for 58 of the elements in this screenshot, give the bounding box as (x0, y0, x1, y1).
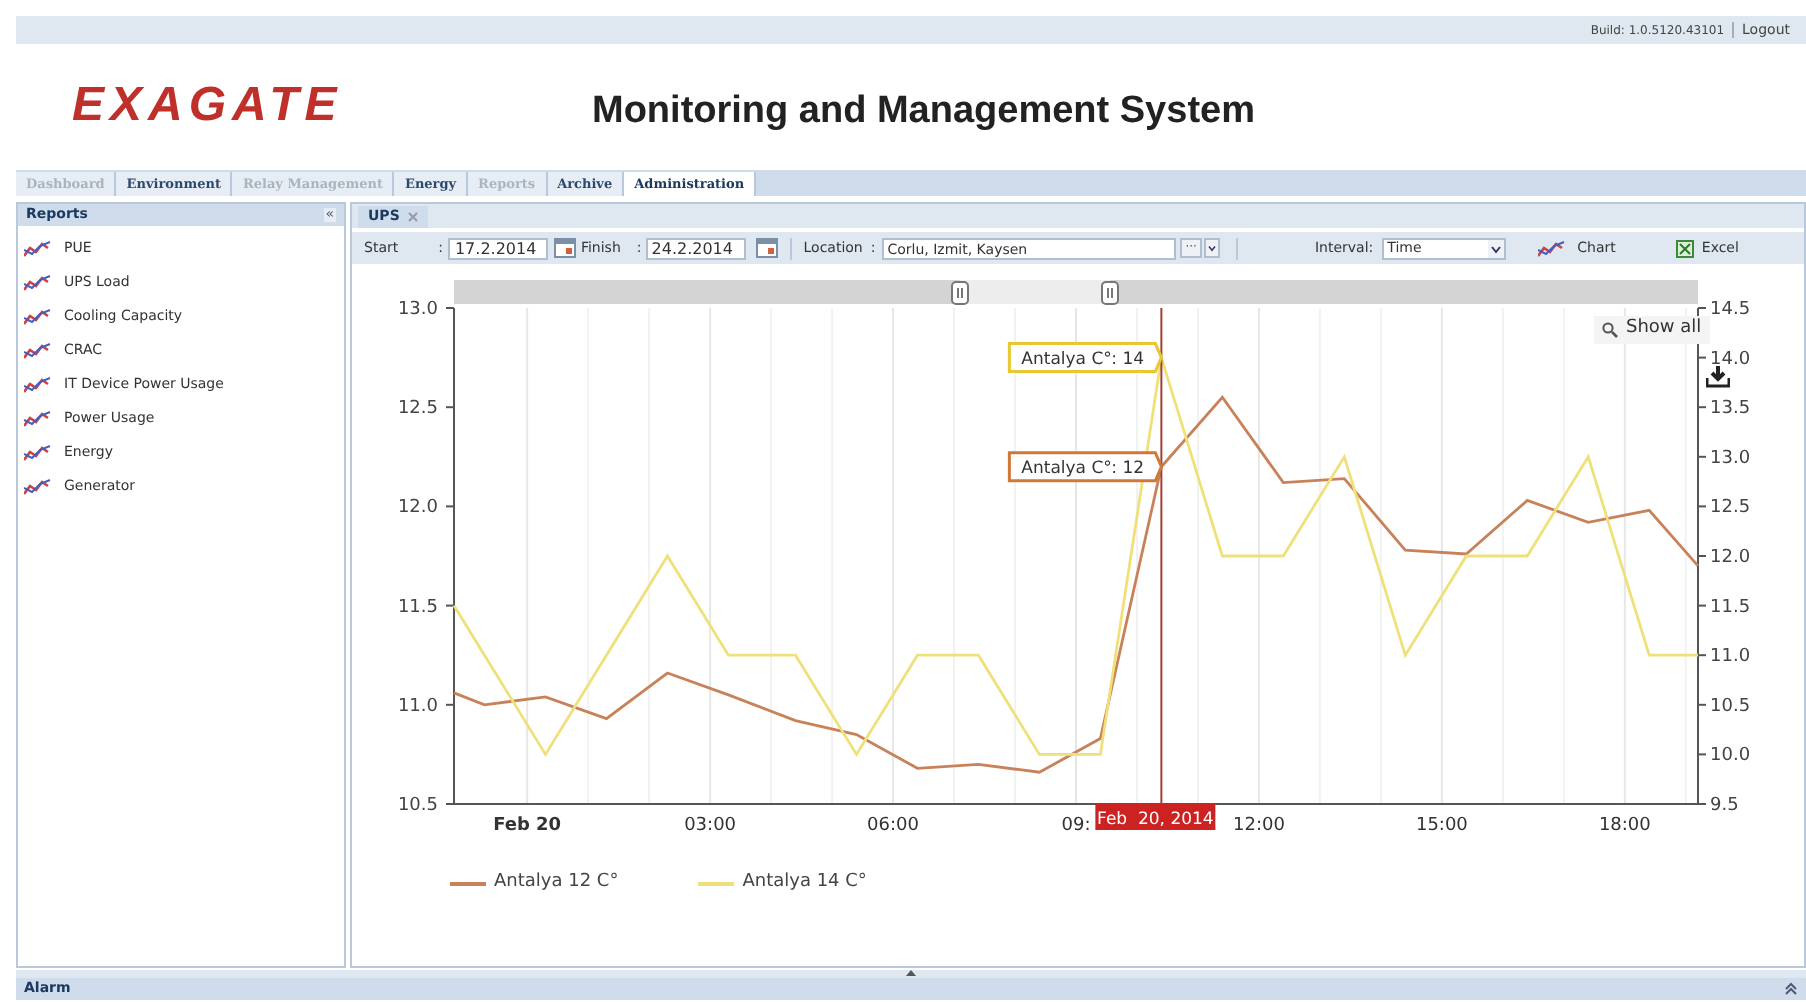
range-handle[interactable] (1101, 281, 1119, 305)
axis-label: 10.0 (1710, 746, 1751, 767)
axis-label: 18:00 (1598, 816, 1651, 836)
dropdown-icon[interactable] (1204, 238, 1221, 258)
axis-label: Feb 20 (493, 816, 562, 836)
tooltip-label: Antalya C° (1021, 349, 1112, 370)
logo: EXAGATE (72, 76, 343, 136)
tooltip-label: Antalya C° (1021, 458, 1112, 479)
line-chart-icon (24, 477, 52, 495)
legend-line (698, 882, 735, 885)
line-chart-icon (24, 273, 52, 291)
axis-label: 13.0 (1710, 448, 1751, 469)
axis-label: 12.0 (1710, 548, 1751, 568)
tooltip-value: : 14 (1111, 349, 1145, 370)
legend-line (450, 882, 486, 885)
axis-label: 15:00 (1415, 816, 1468, 836)
axis-label: 14.0 (1710, 349, 1751, 370)
calendar-icon[interactable] (755, 238, 778, 258)
line-chart-icon (24, 341, 52, 359)
axis-label: 03:00 (684, 816, 737, 836)
range-handle[interactable] (951, 281, 969, 305)
line-chart-icon (24, 443, 52, 461)
axis-label: 09: (1061, 816, 1091, 836)
axis-label: 11.5 (397, 597, 438, 618)
axis-label: 12.0 (397, 498, 438, 519)
cursor-label: Feb 20, 2014 (1095, 804, 1216, 830)
axis-label: 11.0 (397, 696, 438, 717)
axis-label: 14.5 (1710, 300, 1751, 320)
axis-label: 06:00 (867, 816, 919, 836)
finish-date-field[interactable]: 24.2.2014 (645, 237, 746, 259)
axis-label: 9.5 (1710, 796, 1739, 816)
calendar-icon[interactable] (554, 238, 577, 258)
dropdown-icon (1487, 239, 1504, 257)
legend-label[interactable]: Antalya 14 C° (742, 870, 867, 897)
line-chart-icon (24, 307, 52, 325)
line-chart-icon (24, 375, 52, 393)
ref-line-label: Feb 20, 2014 (1097, 810, 1214, 830)
axis-label: 13.0 (397, 300, 438, 320)
axis-label: 12:00 (1233, 816, 1285, 836)
axis-label: 12.5 (1710, 498, 1751, 519)
line-chart-icon (1537, 239, 1566, 257)
show-all-button[interactable]: Show all (1594, 316, 1710, 343)
axis-label: 10.5 (397, 796, 438, 816)
axis-label: 10.5 (1710, 696, 1751, 717)
start-date-field[interactable]: 17.2.2014 (448, 237, 549, 259)
axis-label: 11.5 (1710, 597, 1751, 618)
download-icon[interactable] (1706, 366, 1730, 388)
axis-label: 11.0 (1710, 647, 1751, 668)
legend-label[interactable]: Antalya 12 C° (494, 870, 619, 897)
line-chart-icon (24, 239, 52, 257)
axis-label: 13.5 (1710, 399, 1751, 420)
page-title: Monitoring and Management System (592, 88, 1255, 136)
spreadsheet-icon (1675, 239, 1694, 257)
line-chart-icon (24, 409, 52, 427)
zoom-icon (1602, 321, 1618, 338)
axis-label: 12.5 (397, 399, 438, 420)
expand-icon[interactable] (1784, 982, 1798, 996)
tooltip-value: : 12 (1111, 458, 1145, 479)
